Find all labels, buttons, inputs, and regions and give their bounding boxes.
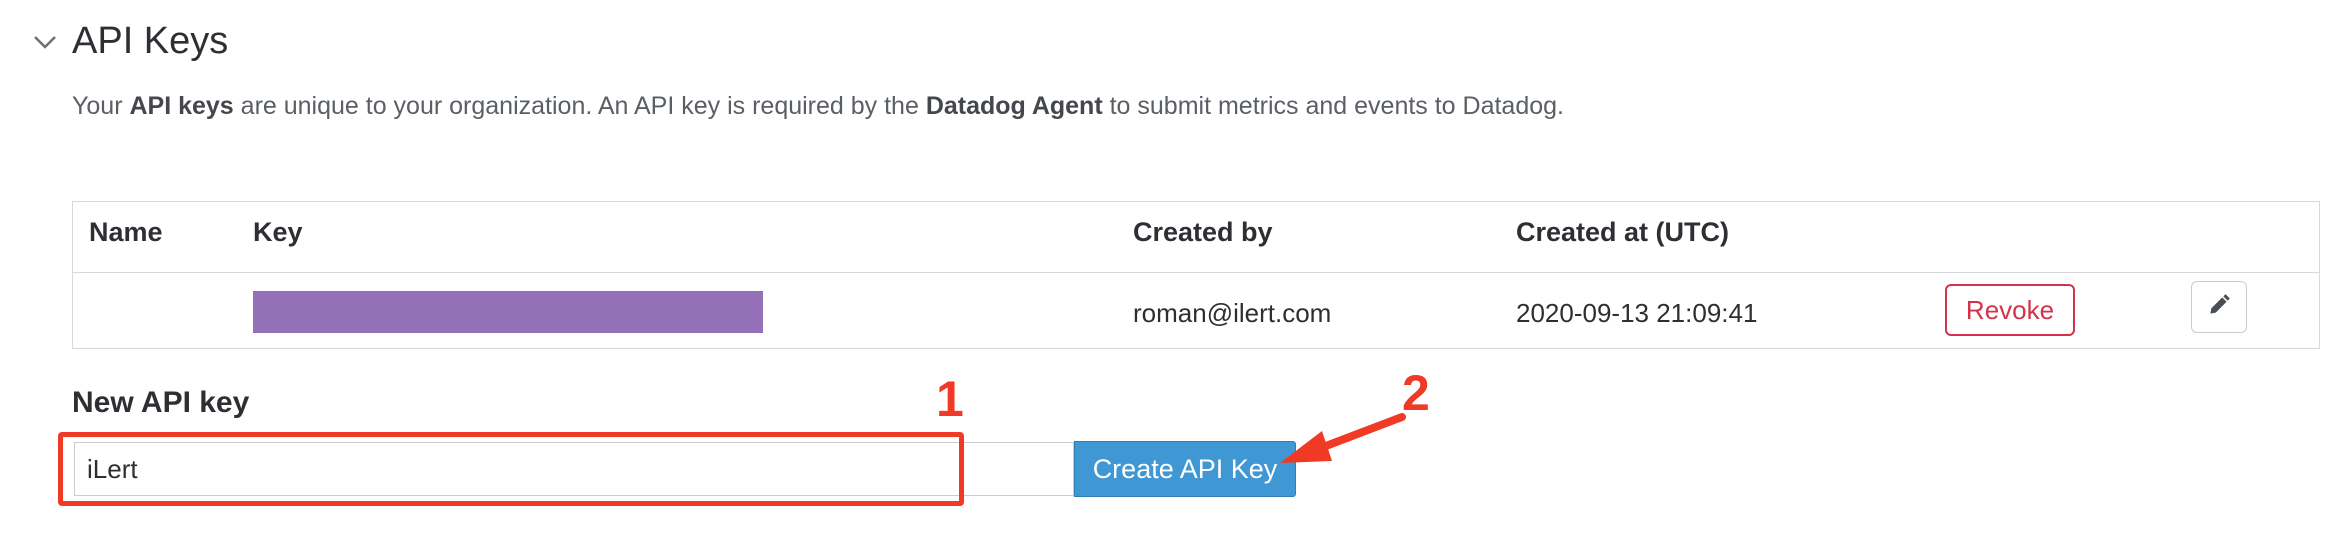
table-header-row: Name Key Created by Created at (UTC) (73, 202, 2319, 273)
chevron-down-icon[interactable] (28, 25, 62, 59)
pencil-icon (2206, 292, 2232, 323)
datadog-agent-emphasis: Datadog Agent (925, 92, 1103, 120)
column-header-created-by: Created by (1133, 217, 1273, 247)
api-keys-table: Name Key Created by Created at (UTC) rom… (72, 201, 2320, 349)
edit-button[interactable] (2191, 281, 2247, 333)
column-header-created-at: Created at (UTC) (1516, 217, 1730, 247)
section-header[interactable]: API Keys (28, 20, 228, 63)
created-by-cell: roman@ilert.com (1133, 298, 1332, 328)
section-description: Your API keys are unique to your organiz… (72, 92, 1564, 120)
api-keys-emphasis: API keys (129, 92, 234, 120)
column-header-name: Name (89, 217, 163, 247)
create-api-key-button[interactable]: Create API Key (1074, 441, 1296, 497)
annotation-number-2: 2 (1402, 365, 1430, 421)
annotation-number-1: 1 (936, 371, 964, 427)
section-title: API Keys (72, 20, 229, 62)
created-at-cell: 2020-09-13 21:09:41 (1516, 298, 1758, 328)
column-header-key: Key (253, 217, 303, 247)
new-api-key-input[interactable] (74, 442, 1074, 496)
masked-api-key (253, 291, 763, 333)
new-api-key-label: New API key (72, 386, 250, 419)
table-row: roman@ilert.com 2020-09-13 21:09:41 Revo… (73, 272, 2319, 350)
revoke-button[interactable]: Revoke (1945, 284, 2075, 336)
